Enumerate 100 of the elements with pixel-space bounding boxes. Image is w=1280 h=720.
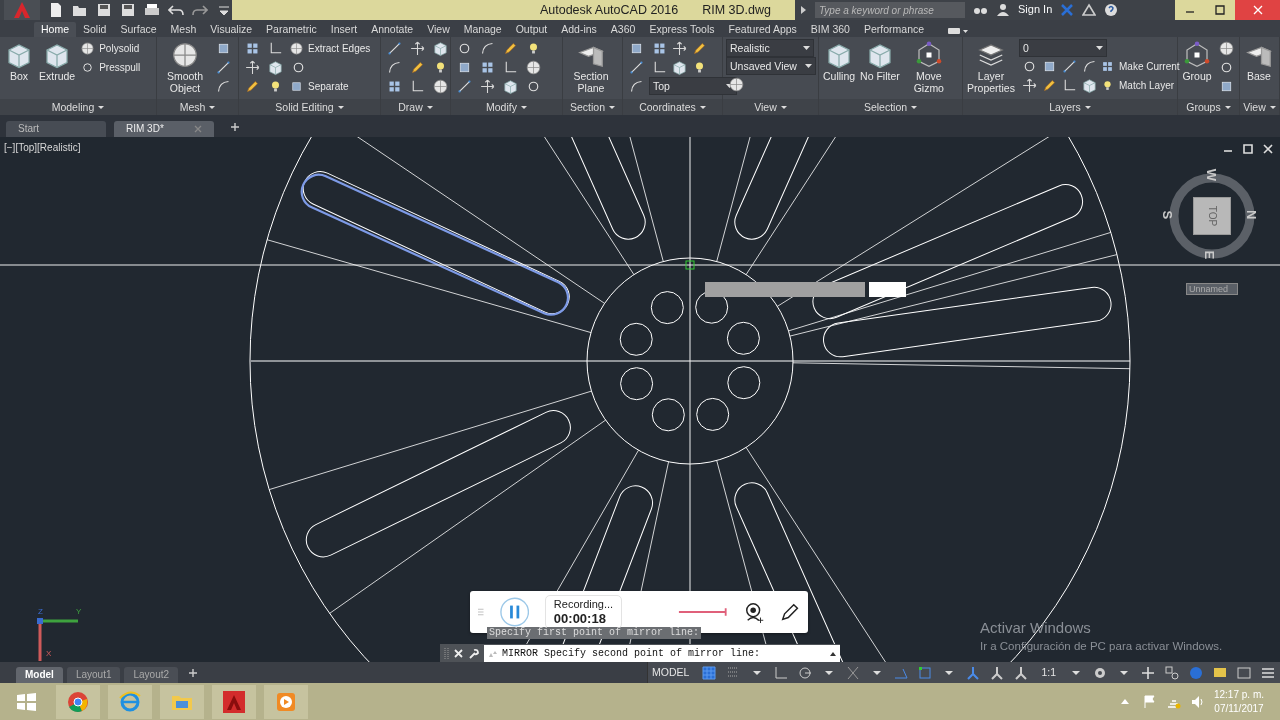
ribbon-tab[interactable]: BIM 360 (803, 22, 857, 37)
pause-button[interactable] (499, 596, 529, 628)
layout-tab[interactable]: Layout2 (124, 667, 179, 683)
move-arrows-icon (243, 59, 261, 76)
ribbon-button[interactable]: Smooth Object (160, 39, 210, 96)
ribbon-tab[interactable]: Express Tools (642, 22, 722, 37)
dropdown-field[interactable]: 0 (1019, 39, 1107, 57)
ribbon-button[interactable]: Match Layer (1099, 76, 1176, 95)
ribbon-button[interactable]: Box (3, 39, 35, 84)
undo-icon[interactable] (168, 2, 184, 18)
object-snap-icon[interactable] (917, 664, 934, 681)
ribbon-tab[interactable]: Surface (113, 22, 164, 37)
ribbon-button[interactable]: Culling (822, 39, 857, 84)
plus-icon[interactable] (188, 668, 199, 678)
ribbon-button[interactable]: Make Current (1099, 57, 1181, 76)
layout-tab[interactable]: Model (16, 667, 63, 683)
ribbon-button[interactable]: Presspull (79, 58, 142, 77)
shapes-icon[interactable] (1164, 664, 1180, 681)
ribbon-button[interactable]: No Filter (859, 39, 901, 84)
dropdown-field[interactable]: Realistic (726, 39, 814, 57)
plus-icon[interactable] (230, 122, 240, 132)
ribbon-button[interactable]: Section Plane (566, 39, 616, 96)
tool-button[interactable] (1216, 39, 1236, 58)
ribbon-tab[interactable]: Featured Apps (721, 22, 804, 37)
sphere-icon (431, 78, 449, 95)
taskbar-button[interactable] (212, 684, 256, 719)
search-field[interactable]: Type a keyword or phrase (815, 2, 965, 18)
caret-icon[interactable] (804, 64, 812, 68)
autocad-icon (222, 689, 246, 714)
layout-tab[interactable]: Layout1 (66, 667, 121, 683)
compass-letter[interactable]: N (1243, 210, 1260, 220)
help-icon[interactable] (1104, 3, 1119, 17)
caret-icon (911, 105, 918, 109)
document-tab[interactable]: RIM 3D* (114, 121, 214, 137)
ribbon-tab[interactable]: View (420, 22, 457, 37)
caret-icon (699, 105, 706, 109)
drag-handle-icon[interactable] (444, 647, 449, 660)
ribbon-tab[interactable]: Parametric (259, 22, 324, 37)
ribbon-tab[interactable]: Home (34, 22, 76, 37)
compass-letter[interactable]: E (1201, 250, 1218, 260)
ribbon-tab[interactable]: Output (508, 22, 555, 37)
scroll-up-icon[interactable] (830, 650, 836, 657)
compass-letter[interactable]: W (1203, 168, 1219, 181)
ribbon-button[interactable]: Base (1243, 39, 1275, 84)
webcam-icon[interactable] (743, 600, 764, 624)
move-arrows-icon (670, 40, 688, 57)
save-as-icon[interactable] (120, 2, 136, 18)
ribbon-tab[interactable]: A360 (603, 22, 643, 37)
line-icon (627, 59, 645, 76)
compass-letter[interactable]: S (1159, 210, 1176, 220)
triangle-icon[interactable] (1082, 3, 1097, 17)
axis-label: Z (38, 607, 43, 617)
caret-icon[interactable] (1096, 46, 1103, 50)
ribbon-tab[interactable]: Manage (456, 22, 509, 37)
plus-icon[interactable] (1140, 664, 1156, 681)
annotation-scale-button[interactable]: 1:1 (1037, 666, 1060, 679)
ortho-icon[interactable] (773, 664, 790, 681)
ribbon-tab[interactable]: Visualize (203, 22, 260, 37)
viewport-controls-label[interactable]: [−][Top][Realistic] (4, 142, 81, 154)
ribbon-tab[interactable]: Performance (856, 22, 932, 37)
ribbon-button[interactable]: Separate (288, 77, 350, 96)
tool-button[interactable] (726, 75, 746, 94)
restore-icon[interactable] (1242, 143, 1254, 155)
tool-button[interactable] (430, 77, 450, 96)
tool-button[interactable] (523, 58, 543, 77)
ribbon-button[interactable]: Extrude (38, 39, 77, 84)
ribbon-button[interactable]: Move Gizmo (903, 39, 954, 96)
ribbon-tab[interactable]: Annotate (364, 22, 421, 37)
grid-icon[interactable] (701, 664, 718, 681)
gizmo-icon (1182, 40, 1212, 70)
ribbon-tab[interactable]: Add-ins (554, 22, 604, 37)
pencil-icon[interactable] (779, 601, 800, 623)
ribbon-button[interactable]: Group (1181, 39, 1213, 84)
ribbon-button[interactable]: Polysolid (79, 39, 141, 58)
panel-toggle-icon[interactable] (947, 25, 970, 37)
model-space-button[interactable]: MODEL (648, 666, 694, 679)
save-icon[interactable] (96, 2, 112, 18)
expand-arrow-icon[interactable] (799, 5, 807, 15)
dropdown-field[interactable]: Unsaved View (726, 57, 816, 75)
document-tab[interactable]: Start (6, 121, 106, 137)
ribbon-tab[interactable]: Mesh (163, 22, 204, 37)
globe-icon (118, 689, 142, 714)
polar-icon[interactable] (797, 664, 814, 681)
wrench-icon[interactable] (468, 647, 480, 660)
move-arrows-icon (408, 40, 426, 57)
ribbon-button[interactable]: Extract Edges (288, 39, 372, 58)
sign-in-link[interactable]: Sign In (1018, 3, 1053, 17)
fullscreen-icon[interactable] (1236, 664, 1252, 681)
command-input-field[interactable]: MIRROR Specify second point of mirror line: (484, 645, 840, 662)
cube-icon (1080, 77, 1098, 94)
ribbon-tab[interactable]: Solid (76, 22, 114, 37)
dropdown-field[interactable]: Top (649, 77, 737, 95)
drag-handle-icon[interactable] (478, 608, 484, 616)
ribbon-button[interactable]: Layer Properties (966, 39, 1016, 96)
printer-icon[interactable] (144, 2, 160, 18)
panel-title[interactable]: Layers (1049, 100, 1081, 114)
new-file-icon[interactable] (48, 2, 64, 18)
redo-icon[interactable] (192, 2, 208, 18)
ribbon-tab[interactable]: Insert (323, 22, 365, 37)
caret-icon[interactable] (803, 46, 810, 50)
